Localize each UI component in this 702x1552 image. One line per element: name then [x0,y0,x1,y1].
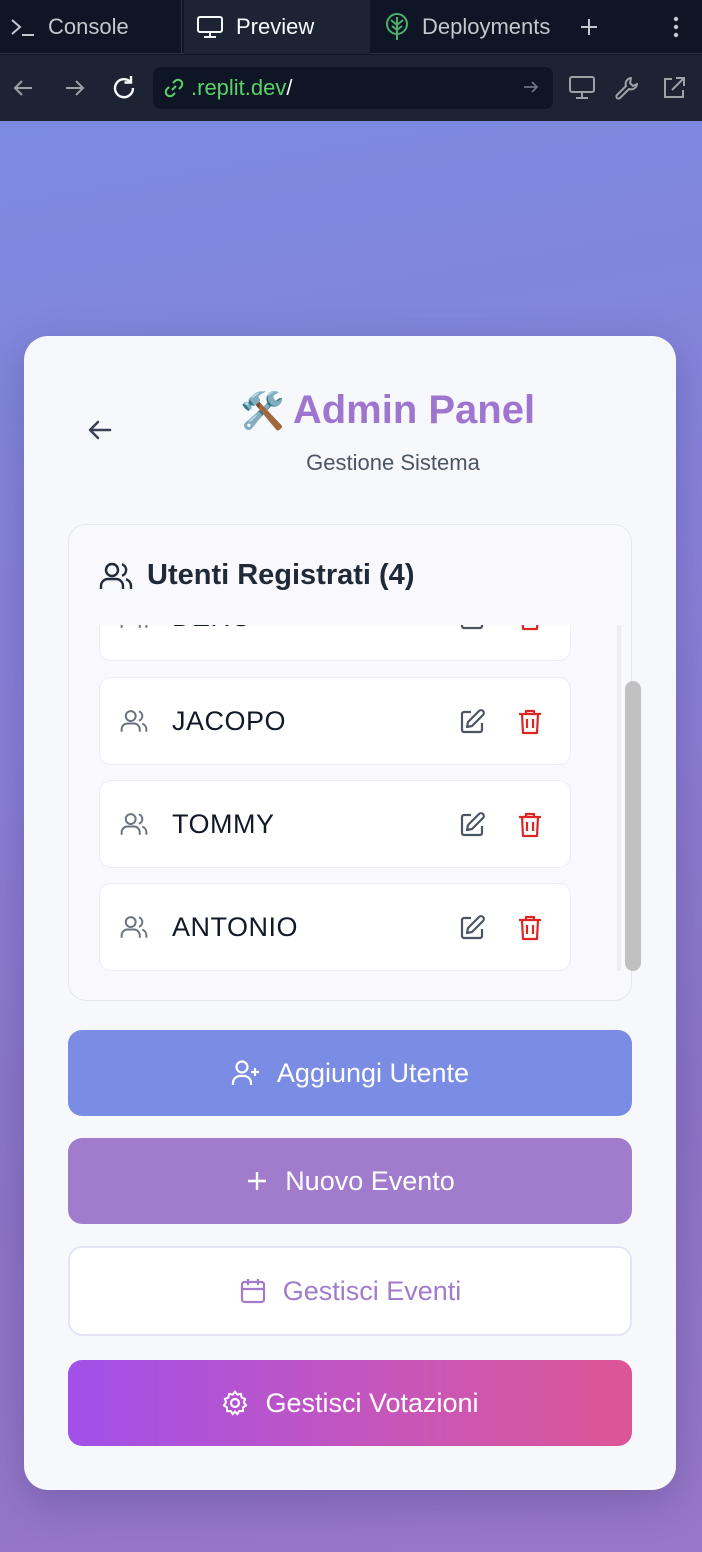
registered-users-panel: Utenti Registrati (4) DERO [68,524,641,1001]
users-panel-header: Utenti Registrati (4) [99,559,414,592]
open-new-tab-button[interactable] [654,55,694,121]
tab-preview-label: Preview [236,14,315,39]
workspace-tab-bar: Console Preview Deployments [0,0,702,54]
users-list-scrollbar[interactable] [625,681,641,971]
gear-icon [221,1389,249,1417]
url-go-button[interactable] [521,77,541,102]
arrow-left-icon [88,420,112,440]
tab-preview[interactable]: Preview [184,0,370,54]
tools-emoji-icon: 🛠️ [240,389,285,431]
devtools-button[interactable] [608,55,648,121]
users-icon [99,562,133,589]
devices-button[interactable] [562,55,602,121]
more-options-button[interactable] [664,0,688,54]
user-row: TOMMY [99,780,571,868]
delete-user-button[interactable] [514,912,546,944]
trash-icon [519,812,541,838]
users-icon [120,625,148,635]
preview-url-bar: .replit.dev/ [0,55,702,121]
external-link-icon [664,77,685,98]
url-host: .replit.dev [191,75,287,100]
edit-user-button[interactable] [456,625,488,634]
calendar-icon [239,1277,267,1305]
user-row: JACOPO [99,677,571,765]
edit-icon [460,915,485,940]
page-subtitle: Gestione Sistema [306,450,480,475]
users-icon [120,914,148,945]
arrow-right-icon [66,80,85,96]
tab-console-label: Console [48,14,129,39]
edit-user-button[interactable] [456,912,488,944]
edit-icon [460,709,485,734]
edit-icon [460,625,484,630]
back-nav-button[interactable] [4,55,44,121]
forward-nav-button[interactable] [54,55,94,121]
page-title-text: Admin Panel [292,388,536,432]
kebab-menu-icon [673,16,679,38]
link-icon [164,78,184,98]
plus-icon [581,19,597,35]
tab-console[interactable]: Console [0,0,182,54]
back-button[interactable] [80,410,120,450]
edit-icon [460,812,485,837]
users-list[interactable]: DERO JACOPO [99,625,573,971]
new-event-label: Nuovo Evento [285,1165,455,1196]
monitor-icon [196,15,224,39]
trash-icon [519,915,541,941]
new-tab-button[interactable] [576,0,602,54]
edit-user-button[interactable] [456,809,488,841]
url-text: .replit.dev/ [191,75,293,101]
users-icon [120,811,148,842]
reload-icon [113,76,135,99]
admin-card: 🛠️ Admin Panel Gestione Sistema Utenti R… [24,336,676,1490]
deploy-tree-icon [384,13,410,41]
add-user-label: Aggiungi Utente [276,1057,470,1088]
wrench-icon [615,77,638,100]
add-user-button[interactable]: Aggiungi Utente [68,1030,632,1116]
trash-icon [521,625,539,631]
manage-events-label: Gestisci Eventi [282,1275,462,1306]
url-field[interactable]: .replit.dev/ [153,67,553,109]
user-row: DERO [99,625,571,661]
edit-user-button[interactable] [456,706,488,738]
manage-votes-label: Gestisci Votazioni [265,1387,479,1418]
user-name: ANTONIO [172,912,299,942]
manage-votes-button[interactable]: Gestisci Votazioni [68,1360,632,1446]
users-panel-title: Utenti Registrati (4) [147,559,415,591]
user-row: ANTONIO [99,883,571,971]
trash-icon [519,709,541,735]
users-icon [120,708,148,739]
arrow-right-icon [524,81,539,93]
delete-user-button[interactable] [514,706,546,738]
app-viewport: 🛠️ Admin Panel Gestione Sistema Utenti R… [0,121,702,1552]
delete-user-button[interactable] [514,625,546,634]
tab-deployments-label: Deployments [422,14,551,39]
manage-events-button[interactable]: Gestisci Eventi [68,1246,632,1336]
delete-user-button[interactable] [514,809,546,841]
url-path: / [286,75,293,100]
arrow-left-icon [13,80,32,96]
user-plus-icon [231,1059,261,1087]
user-name: TOMMY [172,809,275,839]
terminal-icon [10,16,36,38]
user-name: JACOPO [172,706,287,736]
page-title: 🛠️ Admin Panel [240,388,535,433]
reload-button[interactable] [104,55,144,121]
users-list-scroll-track[interactable] [617,625,621,971]
plus-icon [245,1169,269,1193]
new-event-button[interactable]: Nuovo Evento [68,1138,632,1224]
tab-deployments[interactable]: Deployments [372,0,572,54]
monitor-icon [569,76,595,99]
user-name: DERO [172,625,252,633]
